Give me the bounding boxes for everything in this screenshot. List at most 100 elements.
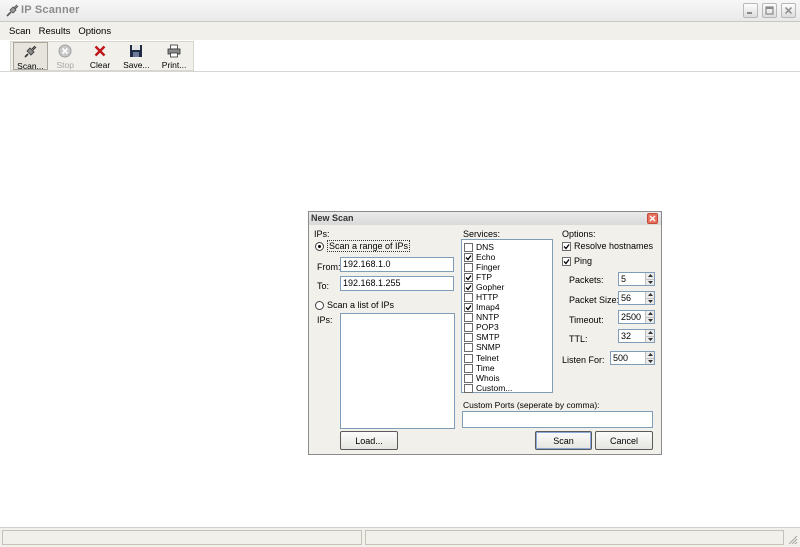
menu-options[interactable]: Options	[78, 26, 111, 37]
menu-scan[interactable]: Scan	[9, 26, 31, 37]
service-checkbox[interactable]	[464, 363, 473, 373]
service-checkbox[interactable]	[464, 252, 473, 262]
load-button[interactable]: Load...	[340, 431, 398, 450]
spinner-arrows[interactable]	[645, 292, 654, 304]
spin-down-icon[interactable]	[645, 335, 654, 342]
from-label: From:	[317, 262, 341, 272]
toolbar-strip: Scan... Stop Clear Save... Print...	[0, 40, 800, 72]
dialog-close-button[interactable]	[647, 213, 658, 224]
packets-spinner[interactable]: 5	[618, 272, 655, 286]
menu-results[interactable]: Results	[39, 26, 71, 37]
spin-down-icon[interactable]	[645, 316, 654, 323]
print-tool-button[interactable]: Print...	[155, 42, 193, 70]
from-ip-input[interactable]: 192.168.1.0	[340, 257, 454, 272]
spinner-arrows[interactable]	[645, 352, 654, 364]
packets-label: Packets:	[569, 275, 604, 285]
scan-list-radio[interactable]	[315, 301, 324, 310]
timeout-value: 2500	[621, 312, 642, 322]
service-label: Whois	[476, 372, 500, 383]
service-checkbox[interactable]	[464, 282, 473, 292]
service-checkbox[interactable]	[464, 313, 473, 323]
service-label: SNMP	[476, 342, 501, 353]
plug-icon	[6, 4, 19, 17]
service-item-whois[interactable]: Whois	[464, 373, 552, 383]
service-label: HTTP	[476, 292, 499, 303]
ttl-spinner[interactable]: 32	[618, 329, 655, 343]
service-item-echo[interactable]: Echo	[464, 252, 552, 262]
service-item-snmp[interactable]: SNMP	[464, 343, 552, 353]
packet-size-label: Packet Size:	[569, 295, 620, 305]
scan-range-radio[interactable]	[315, 242, 324, 251]
service-item-ftp[interactable]: FTP	[464, 272, 552, 282]
service-item-finger[interactable]: Finger	[464, 262, 552, 272]
save-tool-label: Save...	[123, 60, 150, 70]
service-checkbox[interactable]	[464, 373, 473, 383]
service-checkbox[interactable]	[464, 303, 473, 313]
service-item-http[interactable]: HTTP	[464, 292, 552, 303]
close-button[interactable]	[781, 3, 796, 18]
stop-tool-button[interactable]: Stop	[48, 42, 83, 70]
ping-checkbox[interactable]	[562, 256, 571, 266]
service-checkbox[interactable]	[464, 242, 473, 252]
spin-down-icon[interactable]	[645, 278, 654, 285]
ttl-label: TTL:	[569, 334, 588, 344]
spinner-arrows[interactable]	[645, 311, 654, 323]
to-label: To:	[317, 281, 330, 291]
scan-button[interactable]: Scan	[535, 431, 592, 450]
stop-tool-label: Stop	[56, 60, 74, 70]
service-checkbox[interactable]	[464, 293, 473, 303]
clear-tool-button[interactable]: Clear	[83, 42, 118, 70]
service-checkbox[interactable]	[464, 323, 473, 333]
x-icon	[93, 44, 107, 58]
spinner-arrows[interactable]	[645, 330, 654, 342]
service-item-smtp[interactable]: SMTP	[464, 333, 552, 343]
maximize-button[interactable]	[762, 3, 777, 18]
service-checkbox[interactable]	[464, 262, 473, 272]
packet-size-value: 56	[621, 293, 632, 303]
status-bar	[0, 527, 800, 547]
service-item-pop3[interactable]: POP3	[464, 323, 552, 333]
scan-range-label: Scan a range of IPs	[327, 240, 411, 252]
close-icon	[649, 215, 656, 222]
status-pane-left	[2, 530, 362, 545]
spin-down-icon[interactable]	[645, 357, 654, 364]
ips-group-label: IPs:	[314, 229, 330, 239]
spin-down-icon[interactable]	[645, 297, 654, 304]
service-item-time[interactable]: Time	[464, 363, 552, 373]
window-title: IP Scanner	[21, 4, 80, 16]
listen-for-spinner[interactable]: 500	[610, 351, 655, 365]
maximize-icon	[765, 6, 774, 15]
service-checkbox[interactable]	[464, 272, 473, 282]
packet-size-spinner[interactable]: 56	[618, 291, 655, 305]
service-checkbox[interactable]	[464, 383, 473, 393]
resize-grip-icon[interactable]	[786, 533, 798, 545]
custom-ports-label: Custom Ports (seperate by comma):	[463, 400, 600, 410]
check-icon	[563, 258, 570, 264]
resolve-hostnames-checkbox[interactable]	[562, 241, 571, 251]
service-item-dns[interactable]: DNS	[464, 242, 552, 252]
scan-tool-button[interactable]: Scan...	[13, 42, 48, 71]
service-label: Custom...	[476, 382, 513, 393]
close-icon	[784, 6, 793, 15]
spinner-arrows[interactable]	[645, 273, 654, 285]
ips-list-label: IPs:	[317, 315, 333, 325]
service-checkbox[interactable]	[464, 333, 473, 343]
save-tool-button[interactable]: Save...	[117, 42, 155, 70]
cancel-button[interactable]: Cancel	[595, 431, 653, 450]
service-item-nntp[interactable]: NNTP	[464, 313, 552, 323]
timeout-spinner[interactable]: 2500	[618, 310, 655, 324]
ips-list-box[interactable]	[340, 313, 455, 429]
to-ip-input[interactable]: 192.168.1.255	[340, 276, 454, 291]
minimize-button[interactable]	[743, 3, 758, 18]
service-item-gopher[interactable]: Gopher	[464, 282, 552, 292]
custom-ports-input[interactable]	[462, 411, 653, 428]
ping-option[interactable]: Ping	[562, 256, 592, 266]
resolve-hostnames-option[interactable]: Resolve hostnames	[562, 241, 653, 251]
service-item-custom[interactable]: Custom...	[464, 383, 552, 393]
floppy-disk-icon	[129, 44, 143, 58]
service-item-telnet[interactable]: Telnet	[464, 353, 552, 363]
service-checkbox[interactable]	[464, 343, 473, 353]
service-checkbox[interactable]	[464, 353, 473, 363]
service-item-imap4[interactable]: Imap4	[464, 303, 552, 313]
scan-range-label-wrap: Scan a range of IPs	[327, 240, 411, 252]
